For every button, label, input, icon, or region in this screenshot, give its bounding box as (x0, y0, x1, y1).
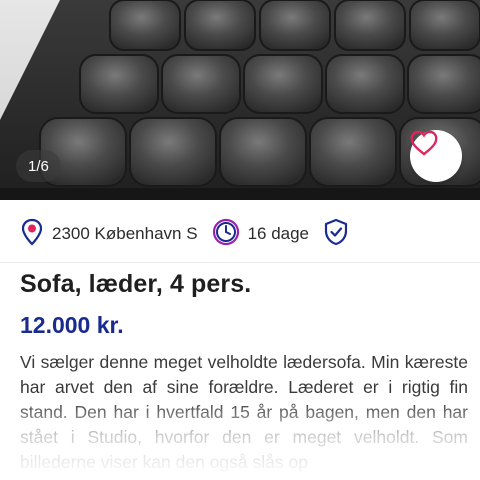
verified-badge[interactable] (323, 218, 349, 251)
listing-title: Sofa, læder, 4 pers. (20, 270, 252, 298)
listing-photo[interactable]: 1/6 (0, 0, 480, 200)
location-pin-icon (20, 218, 44, 251)
listing-meta: 2300 København S 16 dage (20, 214, 363, 254)
age-text: 16 dage (247, 224, 310, 243)
listing-price: 12.000 kr. (20, 312, 124, 338)
listing-description[interactable]: Vi sælger denne meget velholdte lædersof… (20, 350, 468, 475)
shield-check-icon (323, 218, 349, 251)
location-text: 2300 København S (52, 224, 198, 243)
photo-counter-text: 1/6 (28, 157, 49, 175)
photo-counter: 1/6 (16, 150, 61, 182)
sofa-image (0, 0, 480, 200)
divider (0, 262, 480, 263)
favorite-button[interactable] (410, 130, 462, 182)
clock-icon (212, 218, 240, 251)
location-info[interactable]: 2300 København S (20, 218, 198, 251)
age-info: 16 dage (212, 218, 309, 251)
